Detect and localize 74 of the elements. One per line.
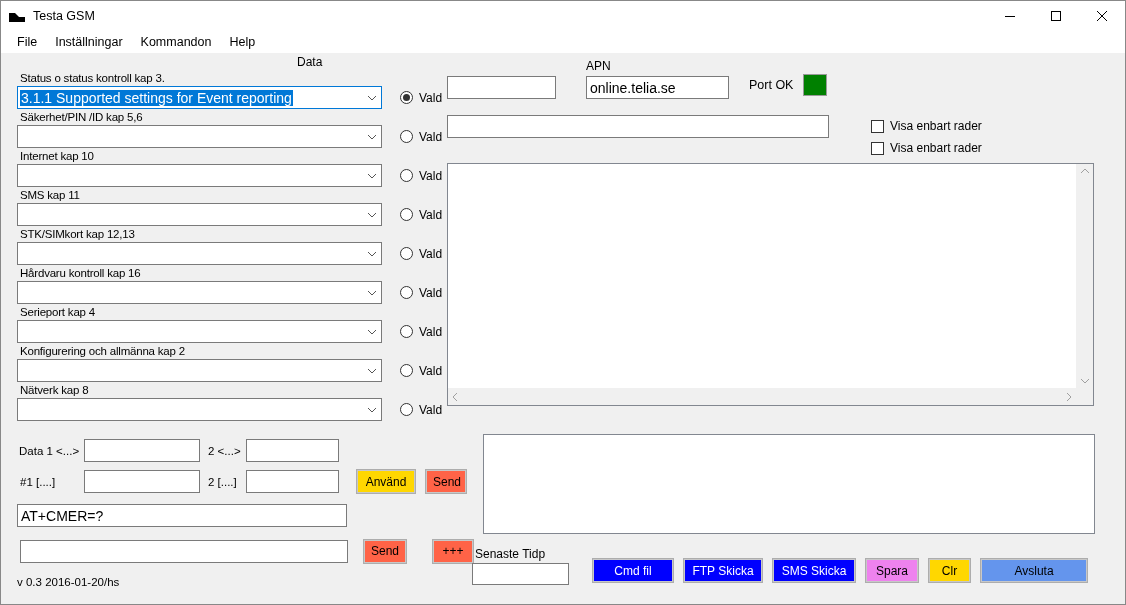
input-field[interactable] bbox=[84, 470, 200, 493]
radio-button[interactable]: Vald bbox=[400, 402, 443, 417]
scroll-up-icon[interactable] bbox=[1080, 168, 1089, 173]
menu-item[interactable]: Kommandon bbox=[132, 33, 220, 51]
menu-item[interactable]: File bbox=[9, 33, 46, 51]
maximize-icon bbox=[1051, 11, 1061, 21]
radio-button[interactable]: Vald bbox=[400, 363, 443, 378]
group-label: SMS kap 11 bbox=[19, 188, 81, 203]
last-time-label: Senaste Tidp bbox=[474, 547, 547, 561]
radio-button[interactable]: Vald bbox=[400, 129, 443, 144]
dropdown-field[interactable] bbox=[17, 164, 382, 187]
input-field[interactable] bbox=[84, 439, 200, 462]
dropdown-field[interactable]: 3.1.1 Supported settings for Event reporting bbox=[17, 86, 382, 109]
input-field[interactable] bbox=[447, 115, 829, 138]
dropdown-field[interactable] bbox=[17, 359, 382, 382]
input-field[interactable] bbox=[447, 76, 556, 99]
vertical-scrollbar[interactable] bbox=[1076, 164, 1093, 388]
data-1-label: Data 1 <...> bbox=[18, 444, 81, 457]
group-label: Serieport kap 4 bbox=[19, 305, 96, 320]
radio-button[interactable]: Vald bbox=[400, 285, 443, 300]
param-2-label: 2 [....] bbox=[207, 475, 238, 488]
action-button[interactable]: Clr bbox=[928, 558, 971, 583]
dropdown-field[interactable] bbox=[17, 320, 382, 343]
menu-item[interactable]: Help bbox=[221, 33, 264, 51]
action-button[interactable]: FTP Skicka bbox=[683, 558, 763, 583]
action-button[interactable]: Avsluta bbox=[980, 558, 1088, 583]
group-label: Konfigurering och allmänna kap 2 bbox=[19, 344, 186, 359]
radio-button[interactable]: Vald bbox=[400, 90, 443, 105]
action-button[interactable]: Använd bbox=[356, 469, 416, 494]
dropdown-field[interactable] bbox=[17, 242, 382, 265]
action-button[interactable]: Spara bbox=[865, 558, 919, 583]
port-status-label: Port OK bbox=[749, 78, 794, 92]
checkbox[interactable]: Visa enbart rader bbox=[871, 119, 982, 133]
close-icon bbox=[1097, 11, 1107, 21]
menu-item[interactable]: Inställningar bbox=[47, 33, 131, 51]
version-label: v 0.3 2016-01-20/hs bbox=[17, 576, 121, 588]
action-button[interactable]: Cmd fil bbox=[592, 558, 674, 583]
minimize-icon bbox=[1005, 15, 1015, 17]
action-button[interactable]: Send bbox=[363, 538, 407, 564]
dropdown-field[interactable] bbox=[17, 125, 382, 148]
apn-label: APN bbox=[586, 59, 612, 73]
data-2-label: 2 <...> bbox=[207, 444, 242, 457]
radio-button[interactable]: Vald bbox=[400, 246, 443, 261]
dropdown-field[interactable] bbox=[17, 281, 382, 304]
action-button[interactable]: Send bbox=[425, 469, 467, 494]
checkbox[interactable]: Visa enbart rader bbox=[871, 141, 982, 155]
radio-button[interactable]: Vald bbox=[400, 168, 443, 183]
last-time-field[interactable] bbox=[472, 563, 569, 585]
action-button[interactable]: +++ bbox=[432, 538, 474, 564]
group-label: STK/SIMkort kap 12,13 bbox=[19, 227, 136, 242]
dropdown-field[interactable] bbox=[17, 203, 382, 226]
input-field[interactable] bbox=[246, 439, 339, 462]
radio-button[interactable]: Vald bbox=[400, 324, 443, 339]
param-1-label: #1 [....] bbox=[19, 475, 57, 488]
window-title: Testa GSM bbox=[33, 9, 96, 23]
radio-button[interactable]: Vald bbox=[400, 207, 443, 222]
scroll-left-icon[interactable] bbox=[452, 392, 457, 401]
command-field[interactable]: AT+CMER=? bbox=[17, 504, 347, 527]
scroll-right-icon[interactable] bbox=[1067, 392, 1072, 401]
action-button[interactable]: SMS Skicka bbox=[772, 558, 856, 583]
group-label: Status o status kontroll kap 3. bbox=[19, 71, 166, 86]
group-label: Internet kap 10 bbox=[19, 149, 95, 164]
group-label: Nätverk kap 8 bbox=[19, 383, 90, 398]
scroll-down-icon[interactable] bbox=[1080, 379, 1089, 384]
app-icon bbox=[9, 10, 25, 22]
group-label: Hårdvaru kontroll kap 16 bbox=[19, 266, 142, 281]
log-text-area[interactable] bbox=[483, 434, 1095, 534]
apn-field[interactable]: online.telia.se bbox=[586, 76, 729, 99]
data-heading: Data bbox=[296, 54, 324, 71]
group-label: Säkerhet/PIN /ID kap 5,6 bbox=[19, 110, 144, 125]
horizontal-scrollbar[interactable] bbox=[448, 388, 1076, 405]
input-field[interactable] bbox=[20, 539, 348, 563]
input-field[interactable] bbox=[246, 470, 339, 493]
dropdown-field[interactable] bbox=[17, 398, 382, 421]
